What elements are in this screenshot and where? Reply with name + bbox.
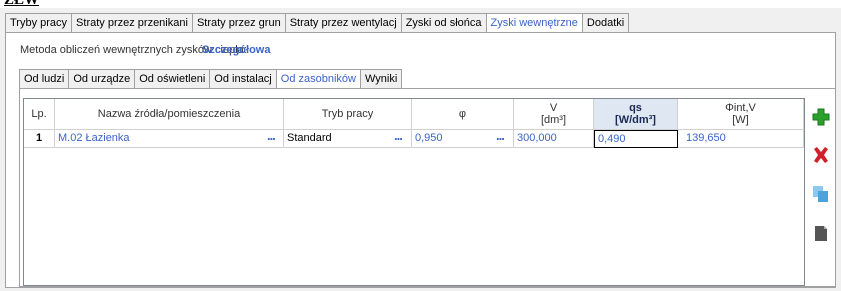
- cell-mode-text: Standard: [287, 132, 332, 144]
- method-value[interactable]: Szczegółowa: [202, 44, 270, 56]
- cut-off-text: ZŁW: [4, 0, 40, 8]
- header-v[interactable]: V [dm³]: [514, 99, 594, 130]
- cell-mode[interactable]: Standard ...: [284, 130, 412, 148]
- table-row[interactable]: 1 M.02 Łazienka ... Standard ... 0,950 .…: [24, 130, 804, 148]
- header-v-unit: [dm³]: [540, 114, 567, 126]
- phi-ellipsis-button[interactable]: ...: [496, 130, 505, 144]
- delete-button[interactable]: [812, 146, 830, 164]
- header-fi[interactable]: Φint,V [W]: [678, 99, 804, 130]
- copy-button[interactable]: [812, 185, 830, 203]
- header-qs-unit: [W/dm³]: [615, 114, 656, 126]
- delete-icon: [814, 147, 828, 163]
- tab-straty-wentylacja[interactable]: Straty przez wentylacj: [284, 13, 402, 33]
- tab-tryby-pracy[interactable]: Tryby pracy: [5, 13, 73, 33]
- header-mode[interactable]: Tryb pracy: [284, 99, 412, 130]
- tab-zyski-slonca[interactable]: Zyski od słońca: [400, 13, 487, 33]
- cell-v[interactable]: 300,000: [514, 130, 594, 148]
- subtab-od-oswietlenia[interactable]: Od oświetleni: [134, 69, 211, 89]
- header-name[interactable]: Nazwa źródła/pomieszczenia: [55, 99, 284, 130]
- name-ellipsis-button[interactable]: ...: [267, 130, 276, 144]
- header-qs-label: qs: [629, 102, 642, 114]
- add-button[interactable]: [812, 108, 830, 126]
- tab-dodatki[interactable]: Dodatki: [581, 13, 630, 33]
- sub-tab-bar: Od ludzi Od urządze Od oświetleni Od ins…: [19, 68, 403, 90]
- cell-phi[interactable]: 0,950 ...: [412, 130, 514, 148]
- cell-name-text: M.02 Łazienka: [58, 132, 130, 144]
- paste-icon: [815, 226, 827, 241]
- header-phi[interactable]: φ: [412, 99, 514, 130]
- cell-qs-text: 0,490: [598, 133, 626, 145]
- top-strip: ZŁW: [0, 0, 841, 8]
- header-v-label: V: [549, 102, 558, 114]
- cell-fi[interactable]: 139,650: [678, 130, 804, 148]
- main-tab-bar: Tryby pracy Straty przez przenikani Stra…: [5, 12, 630, 34]
- cell-phi-text: 0,950: [415, 132, 443, 144]
- copy-icon: [813, 186, 828, 202]
- header-fi-label: Φint,V: [725, 102, 756, 114]
- add-icon: [812, 108, 830, 126]
- tab-straty-przenikanie[interactable]: Straty przez przenikani: [71, 13, 193, 33]
- tab-straty-grunt[interactable]: Straty przez grun: [191, 13, 286, 33]
- cell-lp[interactable]: 1: [24, 130, 55, 148]
- sources-grid: Lp. Nazwa źródła/pomieszczenia Tryb prac…: [23, 98, 805, 286]
- tab-zyski-wewnetrzne[interactable]: Zyski wewnętrzne: [485, 13, 583, 34]
- subtab-od-instalacji[interactable]: Od instalacj: [209, 69, 277, 89]
- mode-ellipsis-button[interactable]: ...: [394, 130, 403, 144]
- header-lp[interactable]: Lp.: [24, 99, 55, 130]
- paste-button[interactable]: [812, 224, 830, 242]
- header-qs[interactable]: qs [W/dm³]: [594, 99, 678, 130]
- header-fi-unit: [W]: [732, 114, 749, 126]
- subtab-od-ludzi[interactable]: Od ludzi: [19, 69, 70, 89]
- subtab-wyniki[interactable]: Wyniki: [359, 69, 403, 89]
- cell-name[interactable]: M.02 Łazienka ...: [55, 130, 284, 148]
- subtab-od-zasobnikow[interactable]: Od zasobników: [275, 69, 361, 90]
- cell-qs-editing[interactable]: 0,490 ...: [594, 130, 678, 148]
- subtab-od-urzadzen[interactable]: Od urządze: [68, 69, 136, 89]
